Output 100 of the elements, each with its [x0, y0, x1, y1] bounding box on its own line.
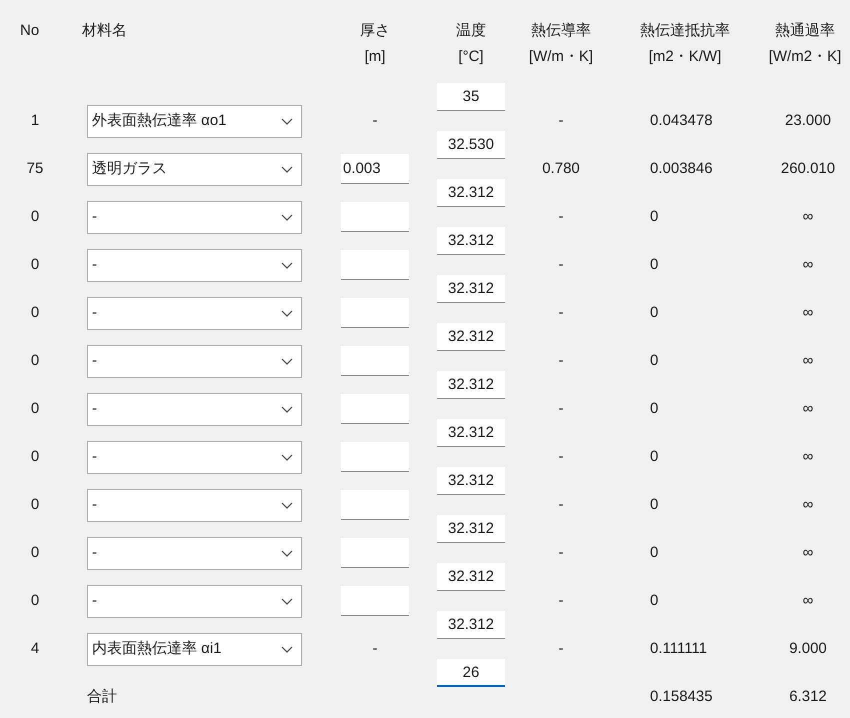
- material-dropdown[interactable]: 外表面熱伝達率 αo1: [87, 104, 302, 138]
- conductivity-text: -: [558, 446, 564, 467]
- transmittance-text: 9.000: [789, 638, 827, 659]
- transmittance-text: ∞: [802, 590, 814, 611]
- transmittance-text: ∞: [802, 302, 814, 323]
- column-header: No: [19, 21, 40, 41]
- conductivity-text: -: [558, 638, 564, 659]
- chevron-down-icon: [281, 214, 293, 220]
- thickness-field[interactable]: [341, 298, 409, 328]
- conductivity-text: -: [558, 254, 564, 275]
- row-number: 75: [26, 158, 44, 179]
- row-number: 0: [30, 590, 40, 611]
- conductivity-text: -: [558, 110, 564, 131]
- resistance-text: 0: [650, 350, 658, 371]
- column-header: 温度 [°C]: [455, 21, 487, 67]
- thickness-field[interactable]: 0.003: [341, 154, 409, 184]
- thickness-field[interactable]: [341, 394, 409, 424]
- resistance-text: 0: [650, 590, 658, 611]
- temperature-field[interactable]: 32.312: [437, 515, 505, 543]
- transmittance-text: ∞: [802, 398, 814, 419]
- transmittance-text: ∞: [802, 494, 814, 515]
- material-dropdown[interactable]: -: [87, 536, 302, 570]
- column-header: 材料名: [81, 21, 128, 41]
- temperature-field[interactable]: 32.312: [437, 179, 505, 207]
- material-dropdown[interactable]: -: [87, 200, 302, 234]
- temperature-field[interactable]: 35: [437, 83, 505, 111]
- thickness-field[interactable]: [341, 538, 409, 568]
- conductivity-text: -: [558, 542, 564, 563]
- transmittance-text: ∞: [802, 206, 814, 227]
- resistance-text: 0.043478: [650, 110, 713, 131]
- transmittance-text: 260.010: [780, 158, 836, 179]
- transmittance-text: ∞: [802, 254, 814, 275]
- column-header: 熱伝導率 [W/m・K]: [528, 21, 594, 67]
- chevron-down-icon: [281, 358, 293, 364]
- temperature-field[interactable]: 32.312: [437, 467, 505, 495]
- resistance-text: 0: [650, 542, 658, 563]
- row-number: 0: [30, 398, 40, 419]
- column-header: 熱伝達抵抗率 [m2・K/W]: [639, 21, 731, 67]
- column-header: 熱通過率 [W/m2・K]: [768, 21, 842, 67]
- resistance-text: 0: [650, 494, 658, 515]
- chevron-down-icon: [281, 310, 293, 316]
- material-dropdown[interactable]: -: [87, 440, 302, 474]
- temperature-field[interactable]: 32.312: [437, 227, 505, 255]
- conductivity-text: -: [558, 590, 564, 611]
- temperature-field[interactable]: 26: [437, 659, 505, 687]
- temperature-field[interactable]: 32.312: [437, 323, 505, 351]
- conductivity-text: -: [558, 206, 564, 227]
- chevron-down-icon: [281, 646, 293, 652]
- chevron-down-icon: [281, 454, 293, 460]
- total-resistance: 0.158435: [650, 686, 713, 707]
- thickness-field[interactable]: [341, 202, 409, 232]
- resistance-text: 0: [650, 254, 658, 275]
- thickness-field[interactable]: [341, 442, 409, 472]
- conductivity-text: -: [558, 398, 564, 419]
- material-dropdown[interactable]: -: [87, 296, 302, 330]
- chevron-down-icon: [281, 406, 293, 412]
- total-transmittance: 6.312: [789, 686, 827, 707]
- chevron-down-icon: [281, 166, 293, 172]
- material-dropdown[interactable]: -: [87, 344, 302, 378]
- thickness-field[interactable]: [341, 490, 409, 520]
- material-dropdown[interactable]: -: [87, 392, 302, 426]
- total-label: 合計: [87, 686, 117, 707]
- material-dropdown[interactable]: 内表面熱伝達率 αi1: [87, 632, 302, 666]
- row-number: 0: [30, 254, 40, 275]
- row-number: 0: [30, 542, 40, 563]
- row-number: 1: [30, 110, 40, 131]
- thickness-field[interactable]: [341, 346, 409, 376]
- thickness-field[interactable]: [341, 250, 409, 280]
- thickness-text: -: [372, 638, 378, 659]
- resistance-text: 0: [650, 398, 658, 419]
- row-number: 0: [30, 350, 40, 371]
- row-number: 0: [30, 302, 40, 323]
- row-number: 0: [30, 446, 40, 467]
- chevron-down-icon: [281, 502, 293, 508]
- temperature-field[interactable]: 32.530: [437, 131, 505, 159]
- temperature-field[interactable]: 32.312: [437, 611, 505, 639]
- temperature-field[interactable]: 32.312: [437, 563, 505, 591]
- transmittance-text: ∞: [802, 542, 814, 563]
- chevron-down-icon: [281, 262, 293, 268]
- transmittance-text: ∞: [802, 350, 814, 371]
- row-number: 0: [30, 494, 40, 515]
- conductivity-text: -: [558, 350, 564, 371]
- resistance-text: 0.003846: [650, 158, 713, 179]
- resistance-text: 0.111111: [650, 638, 707, 659]
- thickness-field[interactable]: [341, 586, 409, 616]
- material-dropdown[interactable]: 透明ガラス: [87, 152, 302, 186]
- transmittance-text: ∞: [802, 446, 814, 467]
- temperature-field[interactable]: 32.312: [437, 371, 505, 399]
- row-number: 4: [30, 638, 40, 659]
- chevron-down-icon: [281, 550, 293, 556]
- temperature-field[interactable]: 32.312: [437, 419, 505, 447]
- material-dropdown[interactable]: -: [87, 248, 302, 282]
- material-dropdown[interactable]: -: [87, 584, 302, 618]
- temperature-field[interactable]: 32.312: [437, 275, 505, 303]
- resistance-text: 0: [650, 302, 658, 323]
- conductivity-text: 0.780: [542, 158, 580, 179]
- material-dropdown[interactable]: -: [87, 488, 302, 522]
- resistance-text: 0: [650, 206, 658, 227]
- thickness-text: -: [372, 110, 378, 131]
- chevron-down-icon: [281, 598, 293, 604]
